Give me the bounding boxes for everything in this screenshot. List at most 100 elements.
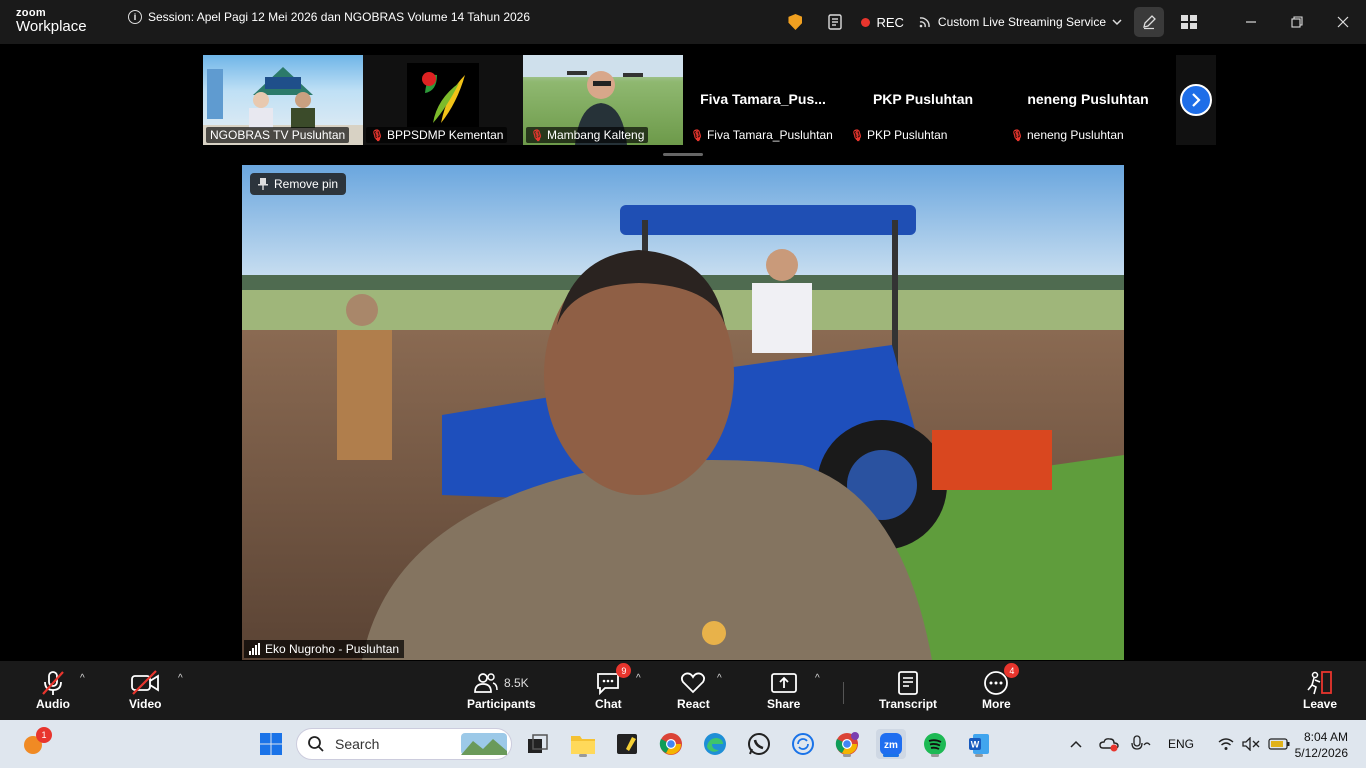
recording-indicator[interactable]: REC: [861, 14, 904, 30]
microphone-tray-icon[interactable]: [1130, 735, 1152, 753]
chat-button[interactable]: 9 Chat: [595, 663, 632, 711]
pinned-video[interactable]: Remove pin Eko Nugroho - Pusluhtan: [242, 165, 1124, 660]
participant-tile[interactable]: Fiva Tamara_Pus... 🎙 Fiva Tamara_Pusluhta…: [683, 55, 843, 145]
taskbar-clock[interactable]: 8:04 AM 5/12/2026: [1295, 729, 1348, 761]
transcript-label: Transcript: [879, 697, 938, 711]
session-title: Session: Apel Pagi 12 Mei 2026 dan NGOBR…: [148, 10, 531, 24]
video-label: Video: [129, 697, 162, 711]
participants-label: Participants: [467, 697, 536, 711]
zoom-app-icon[interactable]: zm: [876, 729, 906, 759]
participant-name: 🎙 Fiva Tamara_Pusluhtan: [686, 127, 837, 143]
mic-muted-icon: 🎙: [850, 129, 864, 142]
participant-name: 🎙 neneng Pusluhtan: [1006, 127, 1128, 143]
whatsapp-icon[interactable]: [744, 729, 774, 759]
search-highlight-image: [461, 733, 507, 755]
start-windows-icon[interactable]: [256, 729, 286, 759]
participant-display-name: PKP Pusluhtan: [872, 91, 974, 107]
share-options-caret[interactable]: ^: [815, 673, 820, 684]
broadcast-icon: [919, 17, 930, 28]
bppsdmp-logo: [407, 63, 479, 127]
search-icon: [308, 736, 324, 752]
leave-button[interactable]: Leave: [1303, 669, 1337, 711]
participant-tile[interactable]: 🎙 BPPSDMP Kementan: [363, 55, 523, 145]
participants-icon: [474, 673, 498, 693]
participant-tile[interactable]: PKP Pusluhtan 🎙 PKP Pusluhtan: [843, 55, 1003, 145]
word-icon[interactable]: W: [964, 729, 994, 759]
audio-label: Audio: [36, 697, 70, 711]
chrome-profile-icon[interactable]: [832, 729, 862, 759]
chat-badge: 9: [616, 663, 632, 678]
annotate-pen-icon[interactable]: [1134, 7, 1164, 37]
edge-icon[interactable]: [700, 729, 730, 759]
heart-icon: [681, 672, 706, 694]
rec-label: REC: [876, 14, 904, 30]
sticky-notes-icon[interactable]: [612, 729, 642, 759]
more-button[interactable]: 4 More: [982, 663, 1020, 711]
sync-app-icon[interactable]: [788, 729, 818, 759]
language-indicator[interactable]: ENG: [1168, 737, 1194, 751]
chevron-right-icon: [1180, 84, 1212, 116]
video-frame: [242, 165, 1124, 660]
speaker-name-tag: Eko Nugroho - Pusluhtan: [244, 640, 405, 658]
speaker-name: Eko Nugroho - Pusluhtan: [265, 642, 400, 656]
participant-display-name: neneng Pusluhtan: [1027, 91, 1149, 107]
wifi-icon[interactable]: [1218, 737, 1234, 751]
participant-tile[interactable]: NGOBRAS TV Pusluhtan: [203, 55, 363, 145]
video-button[interactable]: Video: [129, 669, 161, 711]
show-hidden-icons-chevron-up-icon[interactable]: [1066, 740, 1086, 748]
more-label: More: [982, 697, 1011, 711]
mic-muted-icon: 🎙: [530, 129, 544, 142]
meeting-toolbar: Audio ^ Video ^ 8.5K Participants 9 Chat…: [0, 661, 1366, 720]
audio-button[interactable]: Audio: [36, 669, 70, 711]
toolbar-divider: [843, 682, 844, 704]
strip-next-button[interactable]: [1176, 55, 1216, 145]
battery-icon[interactable]: [1268, 738, 1290, 750]
security-shield-icon[interactable]: [779, 6, 811, 38]
participant-tile[interactable]: 🎙 Mambang Kalteng: [523, 55, 683, 145]
participants-count: 8.5K: [504, 676, 529, 690]
onedrive-icon[interactable]: [1098, 736, 1120, 752]
task-view-icon[interactable]: [523, 729, 553, 759]
file-explorer-icon[interactable]: [568, 729, 598, 759]
view-grid-icon[interactable]: [1174, 7, 1204, 37]
participant-name: 🎙 BPPSDMP Kementan: [366, 127, 508, 143]
restore-button[interactable]: [1274, 0, 1320, 44]
audio-options-caret[interactable]: ^: [80, 673, 85, 684]
chat-options-caret[interactable]: ^: [636, 673, 641, 684]
strip-resize-handle[interactable]: [663, 153, 703, 156]
clock-time: 8:04 AM: [1303, 730, 1348, 744]
chat-label: Chat: [595, 697, 622, 711]
info-icon[interactable]: i: [128, 10, 142, 24]
system-tray: ENG: [1066, 720, 1290, 768]
participant-tile[interactable]: neneng Pusluhtan 🎙 neneng Pusluhtan: [1003, 55, 1173, 145]
session-info[interactable]: i Session: Apel Pagi 12 Mei 2026 dan NGO…: [128, 10, 530, 24]
participants-button[interactable]: 8.5K Participants: [467, 669, 536, 711]
mic-muted-icon: 🎙: [1010, 129, 1024, 142]
zoom-logo: zoom Workplace: [16, 8, 87, 35]
captions-icon[interactable]: [819, 6, 851, 38]
mic-muted-icon: 🎙: [690, 129, 704, 142]
pin-label: Remove pin: [274, 177, 339, 191]
live-stream-dropdown[interactable]: Custom Live Streaming Service: [918, 15, 1122, 29]
remove-pin-button[interactable]: Remove pin: [250, 173, 347, 195]
signal-strength-icon: [249, 642, 260, 655]
share-button[interactable]: Share: [767, 669, 800, 711]
rec-dot-icon: [861, 17, 871, 27]
participant-strip: NGOBRAS TV Pusluhtan 🎙 BPPSDMP Kementan 🎙…: [203, 55, 1216, 145]
react-button[interactable]: React: [677, 669, 710, 711]
svg-text:zm: zm: [884, 740, 898, 751]
chrome-icon[interactable]: [656, 729, 686, 759]
mic-muted-icon: 🎙: [370, 129, 384, 142]
widgets-icon[interactable]: 1: [18, 727, 52, 759]
close-button[interactable]: [1320, 0, 1366, 44]
minimize-button[interactable]: [1228, 0, 1274, 44]
transcript-button[interactable]: Transcript: [879, 669, 937, 711]
notification-badge: 1: [36, 727, 52, 743]
volume-muted-icon[interactable]: [1242, 737, 1260, 751]
video-options-caret[interactable]: ^: [178, 673, 183, 684]
spotify-icon[interactable]: [920, 729, 950, 759]
windows-taskbar: 1 Search zm W ENG 8:04 AM 5/12/2026: [0, 720, 1366, 768]
react-options-caret[interactable]: ^: [717, 673, 722, 684]
react-label: React: [677, 697, 710, 711]
taskbar-search[interactable]: Search: [296, 728, 512, 760]
